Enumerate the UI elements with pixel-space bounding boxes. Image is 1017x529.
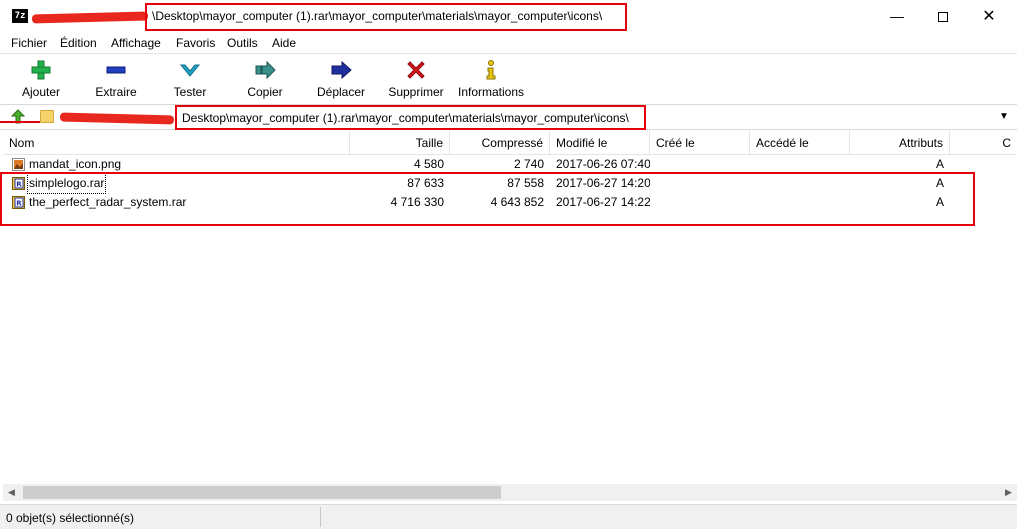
menu-fichier[interactable]: Fichier <box>11 36 47 50</box>
app-7zip-icon: 7z <box>12 9 28 23</box>
chevron-down-icon[interactable]: ▼ <box>996 109 1012 125</box>
info-icon <box>486 60 496 80</box>
redaction-scribble <box>31 11 149 24</box>
column-header-modified[interactable]: Modifié le <box>550 131 650 155</box>
delete-button[interactable]: Supprimer <box>379 57 453 102</box>
image-file-icon <box>12 158 25 171</box>
menu-affichage[interactable]: Affichage <box>111 36 161 50</box>
column-header-c[interactable]: C <box>950 131 1017 155</box>
annotation-line <box>0 121 40 123</box>
menu-bar: Fichier Édition Affichage Favoris Outils… <box>0 33 1017 53</box>
column-header-row: Nom Taille Compressé Modifié le Créé le … <box>3 131 1017 155</box>
annotation-box-address <box>175 105 646 130</box>
maximize-icon <box>938 12 948 23</box>
delete-x-icon <box>407 61 425 79</box>
extract-button[interactable]: Extraire <box>79 57 153 102</box>
info-button[interactable]: Informations <box>454 57 528 102</box>
scroll-right-icon[interactable]: ▶ <box>1000 484 1017 501</box>
menu-edition[interactable]: Édition <box>60 36 97 50</box>
menu-favoris[interactable]: Favoris <box>176 36 215 50</box>
horizontal-scrollbar[interactable]: ◀ ▶ <box>3 484 1017 501</box>
scrollbar-thumb[interactable] <box>23 486 501 499</box>
move-button[interactable]: Déplacer <box>304 57 378 102</box>
copy-label: Copier <box>247 85 283 99</box>
title-bar: 7z \Desktop\mayor_computer (1).rar\mayor… <box>0 0 1017 33</box>
redaction-scribble <box>59 112 175 125</box>
folder-icon <box>40 110 54 123</box>
toolbar: Ajouter Extraire Tester Copier Déplacer … <box>0 53 1017 103</box>
column-header-size[interactable]: Taille <box>350 131 450 155</box>
check-icon <box>179 64 201 77</box>
delete-label: Supprimer <box>388 85 444 99</box>
copy-button[interactable]: Copier <box>228 57 302 102</box>
column-header-packed[interactable]: Compressé <box>450 131 550 155</box>
menu-aide[interactable]: Aide <box>272 36 296 50</box>
copy-arrow-icon <box>255 60 276 80</box>
status-text: 0 objet(s) sélectionné(s) <box>6 511 135 525</box>
move-label: Déplacer <box>316 85 366 99</box>
column-header-accessed[interactable]: Accédé le <box>750 131 850 155</box>
minimize-button[interactable]: — <box>874 0 920 33</box>
test-button[interactable]: Tester <box>153 57 227 102</box>
close-button[interactable]: ✕ <box>966 0 1012 33</box>
scroll-left-icon[interactable]: ◀ <box>3 484 20 501</box>
add-button[interactable]: Ajouter <box>4 57 78 102</box>
column-header-created[interactable]: Créé le <box>650 131 750 155</box>
annotation-box-files <box>0 172 975 226</box>
address-bar: Desktop\mayor_computer (1).rar\mayor_com… <box>0 104 1017 130</box>
maximize-button[interactable] <box>920 0 966 33</box>
status-divider <box>320 507 321 527</box>
status-bar: 0 objet(s) sélectionné(s) <box>0 504 1017 529</box>
add-label: Ajouter <box>21 85 61 99</box>
annotation-box-title <box>145 3 627 31</box>
extract-label: Extraire <box>95 85 137 99</box>
menu-outils[interactable]: Outils <box>227 36 258 50</box>
test-label: Tester <box>173 85 207 99</box>
minus-icon <box>106 66 126 74</box>
column-header-name[interactable]: Nom <box>3 131 350 155</box>
plus-icon <box>31 60 51 80</box>
move-arrow-icon <box>331 60 352 80</box>
info-label: Informations <box>457 85 525 99</box>
column-header-attributes[interactable]: Attributs <box>850 131 950 155</box>
